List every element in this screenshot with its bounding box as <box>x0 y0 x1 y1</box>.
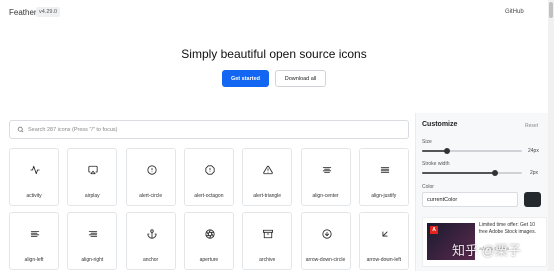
version-badge: v4.29.0 <box>36 7 61 17</box>
icon-tile-alert-circle[interactable]: alert-circle <box>125 148 176 206</box>
aperture-icon <box>205 229 215 239</box>
anchor-icon <box>147 229 157 239</box>
align-right-icon <box>89 231 98 237</box>
arrow-down-circle-icon <box>321 229 332 239</box>
icon-tile-label: airplay <box>84 193 100 199</box>
stroke-value: 2px <box>530 170 539 176</box>
icon-tile-aperture[interactable]: aperture <box>183 212 234 270</box>
scroll-thumb[interactable] <box>549 2 553 18</box>
icon-tile-airplay[interactable]: airplay <box>67 148 118 206</box>
icon-tile-activity[interactable]: activity <box>9 148 59 206</box>
reset-button[interactable]: Reset <box>525 123 538 129</box>
size-slider-knob[interactable] <box>444 148 450 154</box>
align-justify-icon <box>380 167 389 173</box>
icon-tile-label: alert-circle <box>139 193 163 199</box>
size-slider[interactable] <box>422 148 522 154</box>
alert-triangle-icon <box>263 165 273 175</box>
github-link[interactable]: GitHub <box>505 9 524 15</box>
stroke-slider-knob[interactable] <box>492 170 498 176</box>
get-started-button[interactable]: Get started <box>222 70 269 87</box>
airplay-icon <box>88 165 98 175</box>
size-value: 24px <box>528 148 539 154</box>
stroke-slider[interactable] <box>422 170 522 176</box>
search-placeholder: Search 287 icons (Press "/" to focus) <box>28 127 118 133</box>
adobe-logo: A <box>430 226 438 234</box>
icon-tile-label: activity <box>26 193 42 199</box>
size-label: Size <box>422 139 432 145</box>
align-center-icon <box>322 167 331 173</box>
icon-tile-label: align-left <box>24 257 44 263</box>
icon-tile-label: archive <box>259 257 276 263</box>
icon-tile-align-right[interactable]: align-right <box>67 212 118 270</box>
icon-tile-label: arrow-down-left <box>366 257 402 263</box>
activity-icon <box>30 165 40 175</box>
icon-tile-label: align-center <box>312 193 339 199</box>
icon-tile-align-left[interactable]: align-left <box>9 212 59 270</box>
icon-tile-label: align-right <box>81 257 104 263</box>
download-all-button[interactable]: Download all <box>275 70 326 87</box>
icon-tile-label: arrow-down-circle <box>305 257 346 263</box>
stroke-slider-fill <box>422 172 495 174</box>
arrow-down-left-icon <box>382 231 388 237</box>
color-swatch[interactable] <box>524 192 541 207</box>
icon-tile-label: alert-octagon <box>194 193 224 199</box>
archive-icon <box>263 229 274 239</box>
customize-title: Customize <box>422 121 458 128</box>
top-bar: Feather v4.29.0 GitHub <box>0 0 554 28</box>
icon-tile-alert-octagon[interactable]: alert-octagon <box>183 148 234 206</box>
icon-tile-label: alert-triangle <box>253 193 282 199</box>
icon-tile-arrow-down-left[interactable]: arrow-down-left <box>358 212 409 270</box>
icon-tile-alert-triangle[interactable]: alert-triangle <box>242 148 293 206</box>
icon-tile-archive[interactable]: archive <box>242 212 293 270</box>
icon-tile-label: align-justify <box>371 193 397 199</box>
icon-tile-align-justify[interactable]: align-justify <box>358 148 409 206</box>
align-left-icon <box>30 231 40 237</box>
icon-tile-align-center[interactable]: align-center <box>300 148 351 206</box>
stroke-label: Stroke width <box>422 161 450 167</box>
icon-tile-arrow-down-circle[interactable]: arrow-down-circle <box>300 212 351 270</box>
page-scrollbar[interactable] <box>548 0 554 271</box>
brand-logo[interactable]: Feather <box>9 8 37 17</box>
search-icon <box>17 126 24 133</box>
color-label: Color <box>422 184 434 190</box>
alert-circle-icon <box>147 165 157 175</box>
icon-tile-label: anchor <box>142 257 159 263</box>
ad-text[interactable]: Limited time offer: Get 10 free Adobe St… <box>479 222 543 236</box>
color-input[interactable]: currentColor <box>422 192 518 207</box>
icon-tile-label: aperture <box>199 257 219 263</box>
hero-title: Simply beautiful open source icons <box>181 47 367 61</box>
icon-grid: activity airplay alert-circle alert-octagon… <box>9 148 409 271</box>
alert-octagon-icon <box>205 165 215 175</box>
search-input[interactable]: Search 287 icons (Press "/" to focus) <box>9 120 409 139</box>
color-value: currentColor <box>427 197 458 203</box>
icon-tile-anchor[interactable]: anchor <box>125 212 176 270</box>
watermark: 知乎 @栗子 <box>452 243 521 258</box>
